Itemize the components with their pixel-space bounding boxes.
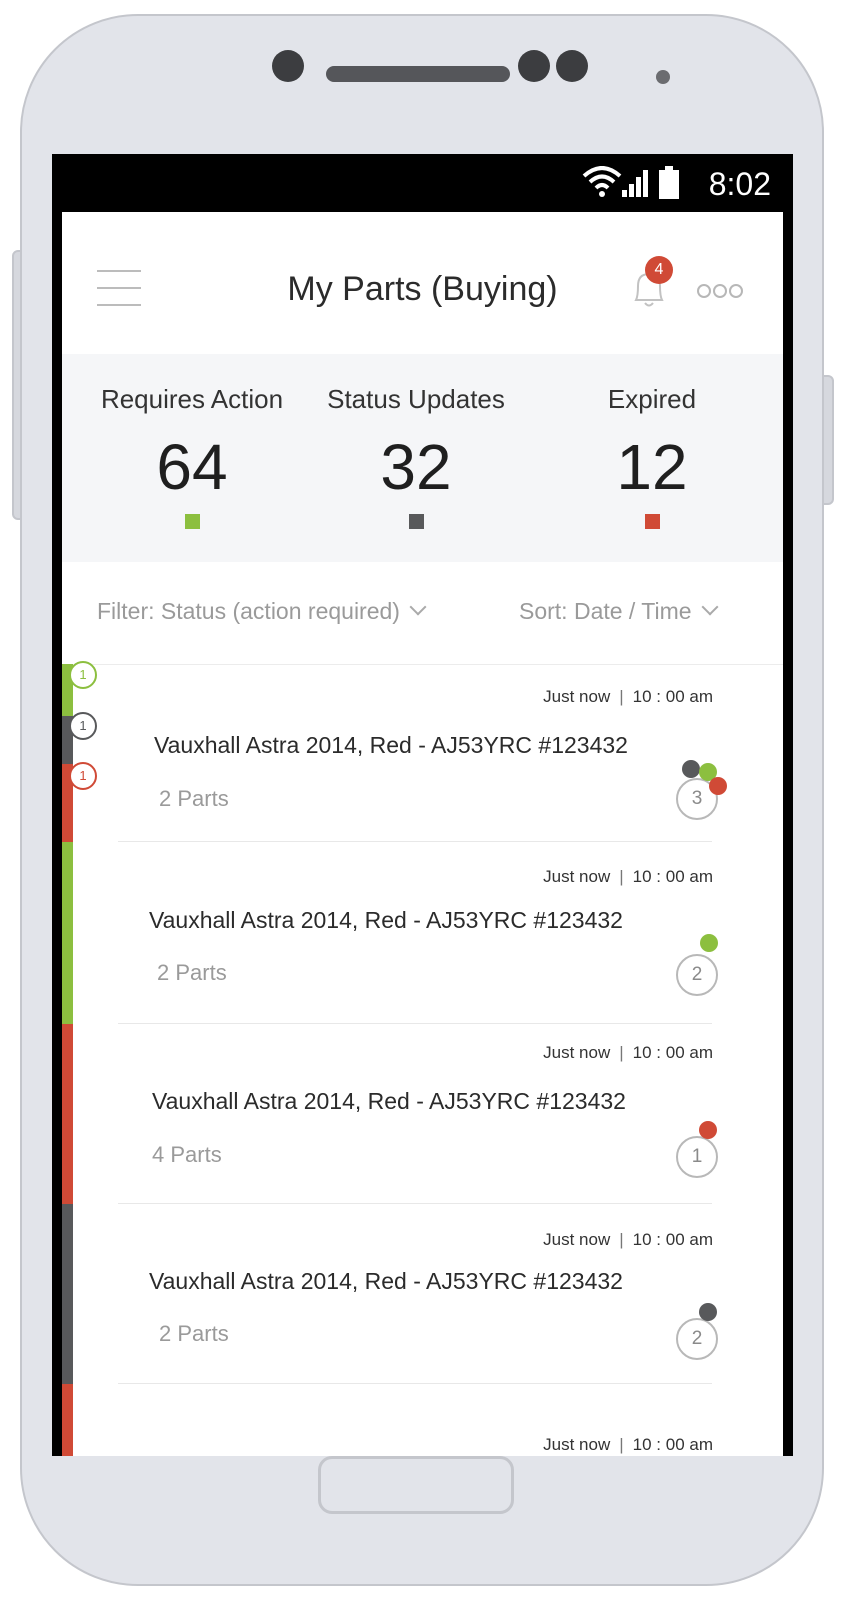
timestamp: Just now | 10 : 00 am [543,1230,713,1249]
item-title: Vauxhall Astra 2014, Red - AJ53YRC #1234… [154,732,628,758]
notification-badge: 4 [645,256,673,284]
more-options-icon[interactable] [697,284,743,298]
home-button[interactable] [318,1456,514,1514]
timestamp: Just now | 10 : 00 am [543,1043,713,1062]
clock: 8:02 [708,166,771,202]
chevron-down-icon [409,598,427,616]
time: 10 : 00 am [632,1435,713,1454]
stat-value: 64 [156,431,228,503]
filter-label: Filter: Status (action required) [97,598,400,624]
status-dot [699,1303,717,1321]
part-count-circle: 2 [676,954,718,996]
sort-dropdown[interactable]: Sort: Date / Time [519,598,719,625]
stat-color-indicator [185,514,200,529]
stat-label: Requires Action [100,384,284,414]
stat-value: 32 [380,431,452,503]
sensor-dot [556,50,588,82]
battery-icon [659,166,679,199]
stat-status-updates[interactable]: Status Updates 32 [296,354,536,562]
status-stripe [62,842,73,1024]
earpiece-speaker [326,66,510,82]
timestamp: Just now | 10 : 00 am [543,867,713,886]
item-title: Vauxhall Astra 2014, Red - AJ53YRC #1234… [149,907,623,933]
status-stripe [62,1024,73,1204]
time-ago: Just now [543,867,611,886]
parts-count: 2 Parts [159,1321,229,1346]
stat-value: 12 [616,431,688,503]
stat-label: Expired [607,384,697,414]
time-ago: Just now [543,1043,611,1062]
stat-expired[interactable]: Expired 12 [532,354,772,562]
list-item[interactable]: Just now | 10 : 00 am Vauxhall Astra 2014,… [62,1204,783,1384]
filter-dropdown[interactable]: Filter: Status (action required) [97,598,427,625]
time: 10 : 00 am [632,1043,713,1062]
parts-count: 2 Parts [157,960,227,985]
timestamp: Just now | 10 : 00 am [543,687,713,706]
status-bar: 8:02 [52,154,793,212]
time: 10 : 00 am [632,867,713,886]
list-item[interactable]: Just now | 10 : 00 am Vauxhall Astra 2014,… [62,1024,783,1204]
part-count-circle: 2 [676,1318,718,1360]
time-ago: Just now [543,687,611,706]
time: 10 : 00 am [632,687,713,706]
green-marker: 1 [69,661,97,689]
stat-requires-action[interactable]: Requires Action 64 [72,354,312,562]
parts-count: 2 Parts [159,786,229,811]
sort-label: Sort: Date / Time [519,598,692,624]
time-ago: Just now [543,1230,611,1249]
status-dot [682,760,700,778]
item-title: Vauxhall Astra 2014, Red - AJ53YRC #1234… [149,1268,623,1294]
grey-marker: 1 [69,712,97,740]
time: 10 : 00 am [632,1230,713,1249]
item-title: Vauxhall Astra 2014, Red - AJ53YRC #1234… [152,1088,626,1114]
stats-panel: Requires Action 64 Status Updates 32 Exp… [62,354,783,562]
stat-label: Status Updates [327,384,505,414]
list-item[interactable]: 1 1 1 Just now | 10 : 00 am Vauxhall Astra… [62,661,783,842]
time-ago: Just now [543,1435,611,1454]
status-dot [700,934,718,952]
list-item[interactable]: Just now | 10 : 00 am Vauxhall Astra 2014,… [62,842,783,1024]
proximity-sensor [656,70,670,84]
stat-color-indicator [645,514,660,529]
status-dot [699,1121,717,1139]
red-marker: 1 [69,762,97,790]
front-camera [272,50,304,82]
status-stripe [62,1384,73,1456]
part-count-circle: 1 [676,1136,718,1178]
chevron-down-icon [701,598,719,616]
status-dot [709,777,727,795]
sensor-dot [518,50,550,82]
parts-count: 4 Parts [152,1142,222,1167]
page-title: My Parts (Buying) [287,270,558,308]
timestamp: Just now | 10 : 00 am [543,1435,713,1454]
wifi-icon [582,166,622,197]
phone-screen: 8:02 My Parts (Buying) 4 Requires Action… [52,154,793,1456]
status-stripe [62,1204,73,1384]
signal-icon [622,170,648,197]
list-item[interactable]: Just now | 10 : 00 am [62,1384,783,1456]
app-screen: My Parts (Buying) 4 Requires Action 64 S… [62,212,783,1456]
stat-color-indicator [409,514,424,529]
